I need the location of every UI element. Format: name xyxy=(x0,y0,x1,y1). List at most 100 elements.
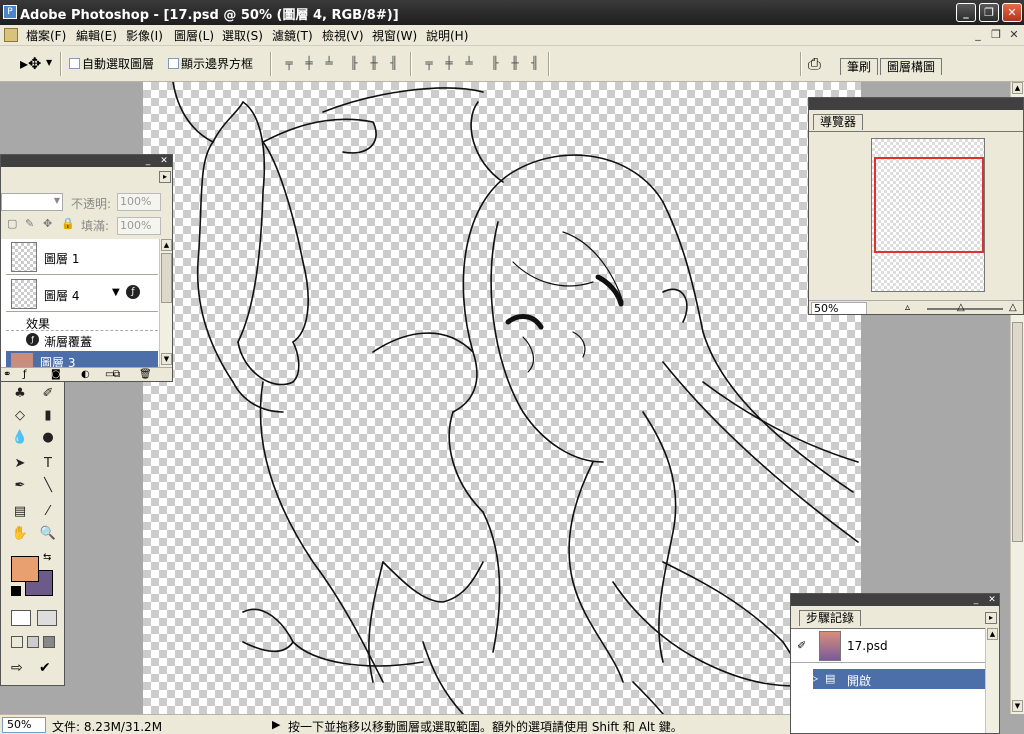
history-brush-icon[interactable]: ✐ xyxy=(37,384,59,404)
scroll-up-icon[interactable]: ▲ xyxy=(1012,82,1023,94)
auto-select-checkbox[interactable] xyxy=(69,58,80,69)
dodge-tool-icon[interactable]: ● xyxy=(37,428,59,448)
well-tab-brushes[interactable]: 筆刷 xyxy=(840,58,879,75)
history-scrollbar[interactable]: ▲ xyxy=(985,628,999,733)
foreground-color-swatch[interactable] xyxy=(11,556,39,582)
doc-minimize-button[interactable]: _ xyxy=(970,28,986,42)
panel-minimize-button[interactable]: _ xyxy=(143,156,153,166)
opacity-input[interactable]: 100% xyxy=(117,193,161,211)
effects-row[interactable]: 效果 xyxy=(6,313,158,331)
adjustment-layer-icon[interactable]: ◐ xyxy=(81,369,90,380)
distribute-left-icon[interactable]: ╟ xyxy=(486,56,504,72)
menu-image[interactable]: 影像(I) xyxy=(126,27,163,44)
blur-tool-icon[interactable]: 💧 xyxy=(9,428,31,448)
show-bounds-checkbox[interactable] xyxy=(168,58,179,69)
menu-help[interactable]: 說明(H) xyxy=(426,27,468,44)
distribute-bottom-icon[interactable]: ╧ xyxy=(460,56,478,72)
history-snapshot-row[interactable]: ✐ 17.psd xyxy=(791,629,985,663)
zoom-tool-icon[interactable]: 🔍 xyxy=(37,524,59,544)
gradient-tool-icon[interactable]: ▮ xyxy=(37,406,59,426)
doc-info[interactable]: 文件: 8.23M/31.2M xyxy=(52,718,162,734)
distribute-right-icon[interactable]: ╢ xyxy=(526,56,544,72)
path-select-tool-icon[interactable]: ➤ xyxy=(9,454,31,474)
menu-select[interactable]: 選取(S) xyxy=(222,27,263,44)
notes-tool-icon[interactable]: ▤ xyxy=(9,502,31,522)
menu-layer[interactable]: 圖層(L) xyxy=(174,27,214,44)
history-state-row-selected[interactable]: ▷ ▤ 開啟 xyxy=(809,669,985,689)
fill-input[interactable]: 100% xyxy=(117,217,161,235)
scroll-down-icon[interactable]: ▼ xyxy=(161,353,172,365)
play-arrow-icon[interactable]: ▶ xyxy=(272,718,280,731)
trash-icon[interactable]: 🗑 xyxy=(139,369,152,380)
doc-restore-button[interactable]: ❐ xyxy=(988,28,1004,42)
tab-history[interactable]: 步驟記錄 xyxy=(799,610,862,626)
status-zoom-input[interactable]: 50% xyxy=(2,717,46,733)
menu-file[interactable]: 檔案(F) xyxy=(26,27,66,44)
document-canvas[interactable] xyxy=(143,82,861,714)
eraser-tool-icon[interactable]: ◇ xyxy=(9,406,31,426)
layer-row[interactable]: 圖層 4 ▼ ƒ xyxy=(6,276,158,312)
close-button[interactable]: ✕ xyxy=(1002,3,1022,22)
layer-row-selected[interactable]: 圖層 3 xyxy=(6,351,158,367)
screen-mode-menu-icon[interactable] xyxy=(27,636,39,648)
new-layer-icon[interactable]: ⧉ xyxy=(113,369,120,380)
line-tool-icon[interactable]: ╲ xyxy=(37,476,59,496)
stamp-tool-icon[interactable]: ♣ xyxy=(9,384,31,404)
restore-button[interactable]: ❐ xyxy=(979,3,999,22)
edit-in-other-app-icon[interactable]: ✔ xyxy=(39,660,51,676)
distribute-hcenter-icon[interactable]: ╫ xyxy=(506,56,524,72)
swap-colors-icon[interactable]: ⇆ xyxy=(43,552,51,563)
zoom-slider[interactable] xyxy=(927,308,1003,310)
zoom-in-icon[interactable]: △ xyxy=(1009,302,1017,313)
standard-mode-icon[interactable] xyxy=(11,610,31,626)
move-tool-preset-icon[interactable]: ▸✥ xyxy=(20,54,41,73)
lock-all-icon[interactable]: 🔒 xyxy=(61,217,75,230)
distribute-vcenter-icon[interactable]: ╪ xyxy=(440,56,458,72)
panel-close-button[interactable]: ✕ xyxy=(159,156,169,166)
jump-to-imageready-icon[interactable]: ⇨ xyxy=(11,660,23,676)
tool-preset-icon[interactable]: ⎙ xyxy=(808,54,821,74)
link-layers-icon[interactable]: ⚭ xyxy=(3,369,11,380)
align-bottom-icon[interactable]: ╧ xyxy=(320,56,338,72)
doc-close-button[interactable]: ✕ xyxy=(1006,28,1022,42)
navigator-zoom-input[interactable]: 50% xyxy=(811,302,867,314)
pen-tool-icon[interactable]: ✒ xyxy=(9,476,31,496)
menu-filter[interactable]: 濾鏡(T) xyxy=(272,27,313,44)
align-left-icon[interactable]: ╟ xyxy=(345,56,363,72)
expand-effects-icon[interactable]: ▼ xyxy=(112,287,120,298)
align-hcenter-icon[interactable]: ╫ xyxy=(365,56,383,72)
align-right-icon[interactable]: ╢ xyxy=(385,56,403,72)
scroll-up-icon[interactable]: ▲ xyxy=(161,239,172,251)
lock-transparent-icon[interactable]: ▢ xyxy=(7,217,17,230)
panel-minimize-button[interactable]: _ xyxy=(971,595,981,605)
navigator-preview[interactable] xyxy=(871,138,985,292)
minimize-button[interactable]: _ xyxy=(956,3,976,22)
hand-tool-icon[interactable]: ✋ xyxy=(9,524,31,544)
blend-mode-select[interactable]: ▼ xyxy=(1,193,63,211)
panel-menu-icon[interactable]: ▸ xyxy=(985,612,997,624)
scroll-thumb[interactable] xyxy=(161,253,172,303)
scroll-down-icon[interactable]: ▼ xyxy=(1012,700,1023,712)
default-colors-icon[interactable] xyxy=(11,586,21,596)
menu-window[interactable]: 視窗(W) xyxy=(372,27,417,44)
scroll-up-icon[interactable]: ▲ xyxy=(987,628,998,640)
lock-image-icon[interactable]: ✎ xyxy=(25,217,34,230)
layer-style-icon[interactable]: ƒ xyxy=(23,369,27,380)
tab-navigator[interactable]: 導覽器 xyxy=(813,114,864,130)
panel-close-button[interactable]: ✕ xyxy=(987,595,997,605)
effect-row[interactable]: ƒ 漸層覆蓋 xyxy=(6,331,158,349)
scroll-thumb[interactable] xyxy=(1012,322,1023,542)
menu-edit[interactable]: 編輯(E) xyxy=(76,27,117,44)
align-top-icon[interactable]: ╤ xyxy=(280,56,298,72)
view-box[interactable] xyxy=(874,157,984,253)
screen-mode-standard-icon[interactable] xyxy=(11,636,23,648)
layer-mask-icon[interactable]: ◙ xyxy=(51,369,61,380)
align-vcenter-icon[interactable]: ╪ xyxy=(300,56,318,72)
history-brush-source-icon[interactable]: ✐ xyxy=(797,639,806,652)
menu-view[interactable]: 檢視(V) xyxy=(322,27,364,44)
layer-row[interactable]: 圖層 1 xyxy=(6,239,158,275)
panel-menu-icon[interactable]: ▸ xyxy=(159,171,171,183)
zoom-slider-thumb[interactable]: △ xyxy=(957,302,965,313)
well-tab-layer-comps[interactable]: 圖層構圖 xyxy=(880,58,943,75)
lock-position-icon[interactable]: ✥ xyxy=(43,217,52,230)
